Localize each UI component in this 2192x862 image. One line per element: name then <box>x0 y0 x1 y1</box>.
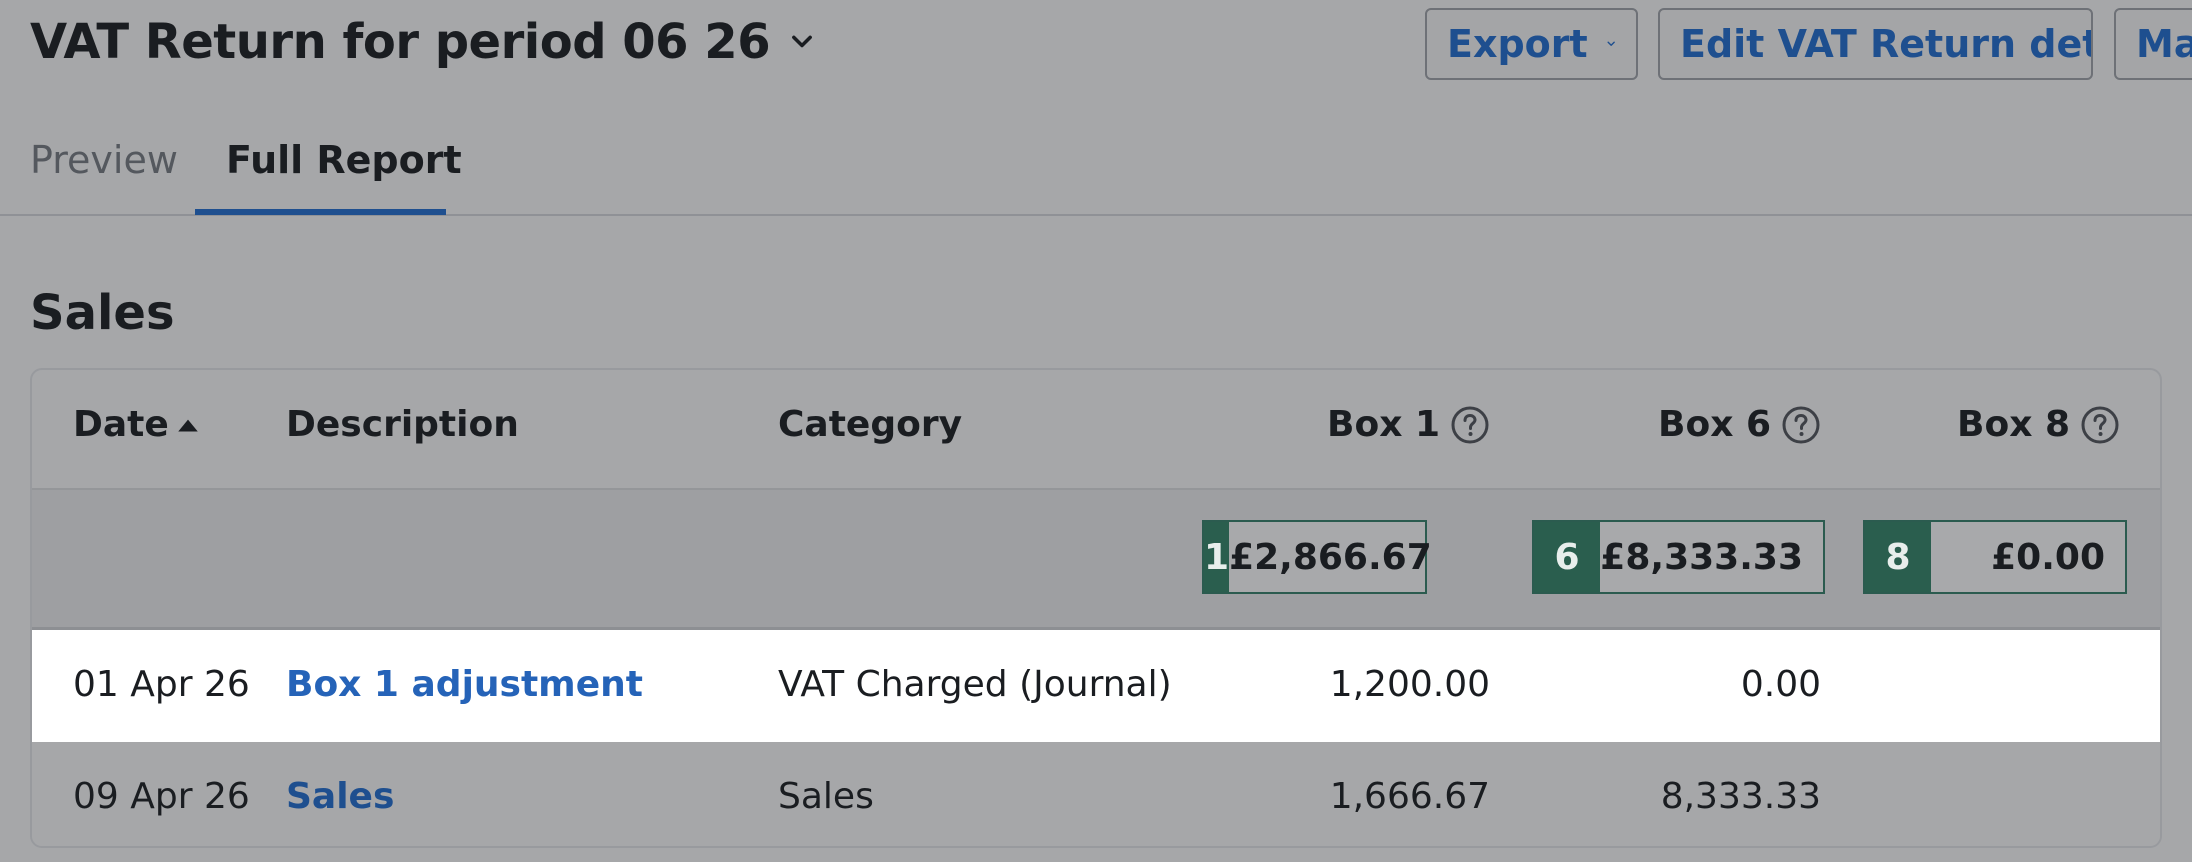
row-box1: 1,666.67 <box>1329 776 1490 817</box>
column-header-description: Description <box>286 404 519 445</box>
sales-table: Date Description Category Box 1 Box 6 Bo… <box>30 368 2162 848</box>
box1-total: 1 £2,866.67 <box>1202 520 1432 594</box>
box6-total: 6 £8,333.33 <box>1532 520 1825 594</box>
help-circle-icon[interactable] <box>2080 405 2120 445</box>
box8-total-value: £0.00 <box>1991 536 2105 578</box>
column-header-box1: Box 1 <box>1327 404 1490 445</box>
box8-badge: 8 <box>1865 522 1931 592</box>
column-header-box8-label: Box 8 <box>1957 404 2070 445</box>
row-date: 09 Apr 26 <box>73 776 250 817</box>
export-button[interactable]: Export <box>1425 8 1638 80</box>
totals-row: 1 £2,866.67 6 £8,333.33 8 £0.00 <box>32 490 2160 630</box>
row-description-link[interactable]: Sales <box>286 776 394 817</box>
period-selector[interactable]: VAT Return for period 06 26 <box>30 14 816 70</box>
box8-total: 8 £0.00 <box>1863 520 2127 594</box>
row-date: 01 Apr 26 <box>73 664 250 705</box>
help-circle-icon[interactable] <box>1450 405 1490 445</box>
report-tabs: Preview Full Report <box>0 96 2192 216</box>
table-row: 09 Apr 26 Sales Sales 1,666.67 8,333.33 <box>32 742 2160 846</box>
help-circle-icon[interactable] <box>1781 405 1821 445</box>
row-category: Sales <box>778 776 874 817</box>
row-box6: 0.00 <box>1740 664 1821 705</box>
box1-badge: 1 <box>1204 522 1230 592</box>
sort-ascending-icon <box>178 419 198 431</box>
column-header-date[interactable]: Date <box>73 404 201 445</box>
row-category: VAT Charged (Journal) <box>778 664 1172 705</box>
table-header: Date Description Category Box 1 Box 6 Bo… <box>32 370 2160 490</box>
mark-button[interactable]: Ma <box>2114 8 2192 80</box>
row-description-link[interactable]: Box 1 adjustment <box>286 664 643 705</box>
chevron-down-icon <box>1607 41 1615 46</box>
tab-preview[interactable]: Preview <box>30 138 178 182</box>
box6-total-value: £8,333.33 <box>1600 536 1803 578</box>
edit-vat-return-button[interactable]: Edit VAT Return details <box>1658 8 2093 80</box>
edit-button-label: Edit VAT Return details <box>1680 22 2091 66</box>
page-header: VAT Return for period 06 26 Export Edit … <box>0 0 2192 96</box>
active-tab-indicator <box>195 209 446 215</box>
column-header-category: Category <box>778 404 963 445</box>
table-row: 01 Apr 26 Box 1 adjustment VAT Charged (… <box>32 630 2160 742</box>
mark-button-label: Ma <box>2136 22 2192 66</box>
column-header-box8: Box 8 <box>1957 404 2120 445</box>
page-title: VAT Return for period 06 26 <box>30 14 771 70</box>
box1-total-value: £2,866.67 <box>1229 536 1432 578</box>
column-header-box6: Box 6 <box>1658 404 1821 445</box>
section-title: Sales <box>30 285 175 341</box>
export-button-label: Export <box>1447 22 1588 66</box>
row-box6: 8,333.33 <box>1660 776 1821 817</box>
row-box1: 1,200.00 <box>1329 664 1490 705</box>
column-header-box6-label: Box 6 <box>1658 404 1771 445</box>
box6-badge: 6 <box>1534 522 1600 592</box>
vat-return-page: VAT Return for period 06 26 Export Edit … <box>0 0 2192 862</box>
column-header-date-label: Date <box>73 404 169 445</box>
column-header-box1-label: Box 1 <box>1327 404 1440 445</box>
tab-full-report[interactable]: Full Report <box>226 138 462 182</box>
chevron-down-icon <box>792 35 813 48</box>
